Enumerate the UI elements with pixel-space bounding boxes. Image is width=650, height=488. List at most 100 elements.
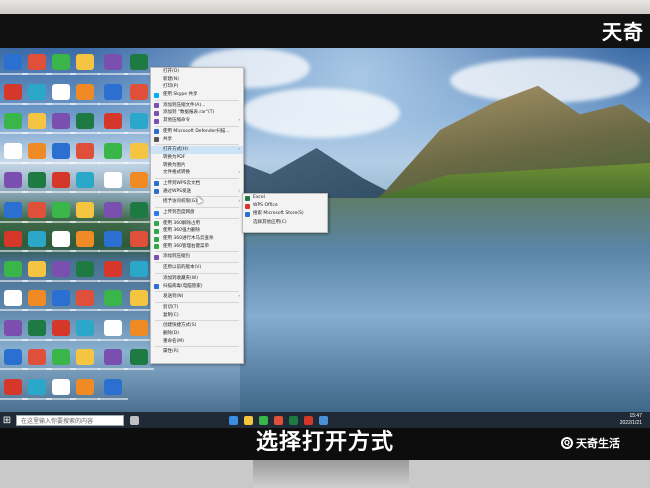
desktop-shortcut-icon[interactable]	[4, 172, 22, 188]
desktop-shortcut-icon[interactable]	[28, 142, 46, 159]
desktop-shortcut-icon[interactable]	[4, 260, 22, 277]
desktop-shortcut-icon[interactable]	[104, 319, 122, 336]
desktop-shortcut-icon[interactable]	[4, 290, 22, 306]
menu-item[interactable]: WPS Office	[243, 202, 327, 210]
desktop-shortcut-icon[interactable]	[130, 201, 148, 218]
menu-item[interactable]: 搜索 Microsoft Store(S)	[243, 210, 327, 218]
desktop-shortcut-icon[interactable]	[52, 231, 70, 247]
menu-item[interactable]: 其他压缩命令 ›	[151, 117, 243, 125]
desktop-shortcut-icon[interactable]	[76, 83, 94, 100]
desktop-shortcut-icon[interactable]	[52, 83, 70, 100]
desktop-shortcut-icon[interactable]	[130, 349, 148, 365]
desktop-shortcut-icon[interactable]	[104, 83, 122, 100]
desktop-shortcut-icon[interactable]	[28, 319, 46, 336]
menu-item[interactable]: 添加到收藏夹(W)	[151, 275, 243, 283]
desktop-shortcut-icon[interactable]	[28, 172, 46, 188]
menu-item[interactable]: 删除(D)	[151, 330, 243, 338]
menu-item[interactable]: 选择其他应用(C)	[243, 219, 327, 227]
desktop-shortcut-icon[interactable]	[130, 113, 148, 129]
menu-item[interactable]: 扫描病毒(电脑管家)	[151, 283, 243, 291]
menu-item[interactable]: 添加到压缩文件(A)...	[151, 102, 243, 110]
desktop-shortcut-icon[interactable]	[52, 172, 70, 188]
desktop-shortcut-icon[interactable]	[130, 54, 148, 70]
menu-item[interactable]: 共享	[151, 136, 243, 144]
menu-item[interactable]: Excel	[243, 194, 327, 202]
menu-item[interactable]: 打开(O)	[151, 68, 243, 76]
desktop-shortcut-icon[interactable]	[76, 142, 94, 159]
desktop-shortcut-icon[interactable]	[104, 231, 122, 247]
desktop-shortcut-icon[interactable]	[76, 319, 94, 336]
menu-item[interactable]: 添加到 "数据报表.rar"(T)	[151, 109, 243, 117]
desktop-shortcut-icon[interactable]	[4, 349, 22, 365]
desktop-shortcut-icon[interactable]	[52, 378, 70, 395]
desktop-shortcut-icon[interactable]	[52, 260, 70, 277]
desktop-shortcut-icon[interactable]	[52, 319, 70, 336]
menu-item[interactable]: 重命名(M)	[151, 338, 243, 346]
desktop-shortcut-icon[interactable]	[130, 172, 148, 188]
menu-item[interactable]: 使用 360解除占用	[151, 220, 243, 228]
desktop-shortcut-icon[interactable]	[130, 290, 148, 306]
desktop-shortcut-icon[interactable]	[28, 290, 46, 306]
desktop-shortcut-icon[interactable]	[4, 378, 22, 395]
desktop-shortcut-icon[interactable]	[130, 142, 148, 159]
desktop-shortcut-icon[interactable]	[4, 54, 22, 70]
desktop-shortcut-icon[interactable]	[52, 113, 70, 129]
menu-item[interactable]: 转换为PDF	[151, 154, 243, 162]
desktop-shortcut-icon[interactable]	[4, 142, 22, 159]
menu-item[interactable]: 新建(N)	[151, 76, 243, 84]
desktop-shortcut-icon[interactable]	[28, 83, 46, 100]
desktop-shortcut-icon[interactable]	[104, 260, 122, 277]
desktop-shortcut-icon[interactable]	[76, 290, 94, 306]
desktop-shortcut-icon[interactable]	[52, 290, 70, 306]
desktop-shortcut-icon[interactable]	[130, 83, 148, 100]
desktop-shortcut-icon[interactable]	[4, 319, 22, 336]
menu-item[interactable]: 上传到WPS云文档	[151, 180, 243, 188]
desktop-shortcut-icon[interactable]	[52, 349, 70, 365]
menu-item[interactable]: 使用 Microsoft Defender扫描...	[151, 128, 243, 136]
desktop-shortcut-icon[interactable]	[104, 290, 122, 306]
menu-item[interactable]: 使用 360管理右键菜单	[151, 243, 243, 251]
menu-item[interactable]: 复制(C)	[151, 312, 243, 320]
desktop-shortcut-icon[interactable]	[76, 54, 94, 70]
desktop-shortcut-icon[interactable]	[130, 260, 148, 277]
menu-item[interactable]: 使用 Skype 共享	[151, 91, 243, 99]
menu-item[interactable]: 发送到(N) ›	[151, 293, 243, 301]
desktop-shortcut-icon[interactable]	[104, 113, 122, 129]
desktop-shortcut-icon[interactable]	[4, 231, 22, 247]
desktop-shortcut-icon[interactable]	[76, 260, 94, 277]
menu-item[interactable]: 创建快捷方式(S)	[151, 322, 243, 330]
desktop-shortcut-icon[interactable]	[28, 231, 46, 247]
desktop-shortcut-icon[interactable]	[104, 142, 122, 159]
menu-item[interactable]: 添加到压缩包	[151, 253, 243, 261]
desktop-shortcut-icon[interactable]	[28, 113, 46, 129]
desktop-shortcut-icon[interactable]	[76, 172, 94, 188]
menu-item[interactable]: 打印(P)	[151, 83, 243, 91]
desktop-shortcut-icon[interactable]	[28, 54, 46, 70]
desktop-shortcut-icon[interactable]	[104, 54, 122, 70]
menu-item[interactable]: 剪切(T)	[151, 304, 243, 312]
desktop-shortcut-icon[interactable]	[4, 201, 22, 218]
desktop-shortcut-icon[interactable]	[76, 113, 94, 129]
desktop-shortcut-icon[interactable]	[28, 201, 46, 218]
desktop-shortcut-icon[interactable]	[130, 231, 148, 247]
desktop-shortcut-icon[interactable]	[104, 201, 122, 218]
desktop-shortcut-icon[interactable]	[104, 172, 122, 188]
menu-item[interactable]: 使用 360进行木马云查杀	[151, 235, 243, 243]
menu-item[interactable]: 使用 360强力删除	[151, 227, 243, 235]
desktop-shortcut-icon[interactable]	[28, 378, 46, 395]
desktop-shortcut-icon[interactable]	[76, 231, 94, 247]
desktop-shortcut-icon[interactable]	[76, 378, 94, 395]
desktop-shortcut-icon[interactable]	[4, 83, 22, 100]
desktop-shortcut-icon[interactable]	[104, 349, 122, 365]
menu-item[interactable]: 转换为图片	[151, 162, 243, 170]
desktop-shortcut-icon[interactable]	[4, 113, 22, 129]
desktop-shortcut-icon[interactable]	[130, 319, 148, 336]
desktop-shortcut-icon[interactable]	[76, 349, 94, 365]
desktop-shortcut-icon[interactable]	[52, 54, 70, 70]
desktop-shortcut-icon[interactable]	[104, 378, 122, 395]
desktop-shortcut-icon[interactable]	[28, 349, 46, 365]
desktop-shortcut-icon[interactable]	[28, 260, 46, 277]
desktop-shortcut-icon[interactable]	[76, 201, 94, 218]
menu-item[interactable]: 属性(R)	[151, 348, 243, 356]
menu-item[interactable]: 文件格式转换 ›	[151, 169, 243, 177]
